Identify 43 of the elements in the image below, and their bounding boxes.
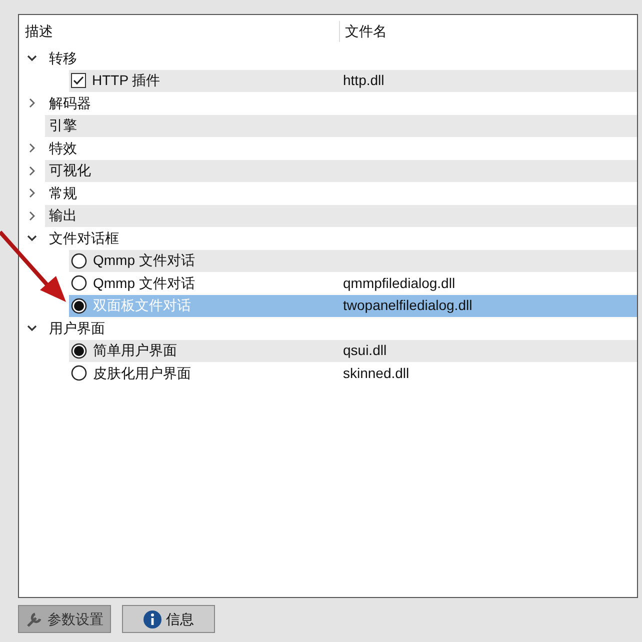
- chevron-down-icon[interactable]: [27, 323, 37, 334]
- settings-button[interactable]: 参数设置: [18, 605, 111, 633]
- info-button[interactable]: 信息: [122, 605, 215, 633]
- plugin-name: 皮肤化用户界面: [93, 364, 191, 383]
- tree-row[interactable]: 简单用户界面 qsui.dll: [69, 340, 637, 362]
- chevron-right-icon[interactable]: [27, 98, 37, 108]
- tree-item[interactable]: 转移: [45, 48, 339, 69]
- tree-item[interactable]: 用户界面: [45, 318, 339, 339]
- checkbox[interactable]: [71, 73, 86, 88]
- radio-button[interactable]: [71, 275, 87, 292]
- tree-row[interactable]: Qmmp 文件对话 qmmpfiledialog.dll: [69, 272, 637, 294]
- file-name: qmmpfiledialog.dll: [342, 274, 456, 293]
- chevron-right-icon[interactable]: [27, 143, 37, 154]
- tree-row[interactable]: Qmmp 文件对话: [69, 250, 637, 272]
- column-header[interactable]: 文件名: [339, 20, 387, 42]
- radio-button[interactable]: [71, 298, 87, 314]
- radio-button[interactable]: [71, 252, 87, 269]
- plugin-name: HTTP 插件: [92, 71, 160, 90]
- plugin-name: 简单用户界面: [93, 341, 177, 360]
- chevron-down-icon[interactable]: [27, 53, 37, 64]
- file-name: skinned.dll: [342, 364, 410, 383]
- chevron-right-icon[interactable]: [27, 188, 37, 198]
- tree-row[interactable]: HTTP 插件 http.dll: [69, 70, 637, 92]
- plugin-name: Qmmp 文件对话: [93, 251, 195, 270]
- radio-button[interactable]: [71, 342, 87, 359]
- tree-row[interactable]: 皮肤化用户界面 skinned.dll: [69, 362, 637, 384]
- tree-row[interactable]: 双面板文件对话 twopanelfiledialog.dll: [69, 294, 637, 317]
- wrench-icon: [26, 610, 44, 628]
- radio-button[interactable]: [71, 365, 87, 382]
- file-name: qsui.dll: [342, 341, 387, 360]
- file-name: twopanelfiledialog.dll: [342, 296, 472, 316]
- tree-item[interactable]: 常规: [45, 182, 339, 204]
- file-name: http.dll: [342, 71, 384, 90]
- tree-item[interactable]: 文件对话框: [45, 228, 339, 249]
- chevron-right-icon[interactable]: [27, 166, 37, 176]
- plugin-name: 双面板文件对话: [93, 296, 191, 316]
- tree-item[interactable]: 解码器: [45, 92, 339, 114]
- chevron-down-icon[interactable]: [27, 233, 37, 244]
- plugin-name: Qmmp 文件对话: [93, 274, 195, 293]
- info-icon: [143, 610, 162, 628]
- tree-item[interactable]: 特效: [45, 138, 339, 159]
- chevron-right-icon[interactable]: [27, 210, 37, 221]
- column-header[interactable]: 描述: [19, 20, 339, 42]
